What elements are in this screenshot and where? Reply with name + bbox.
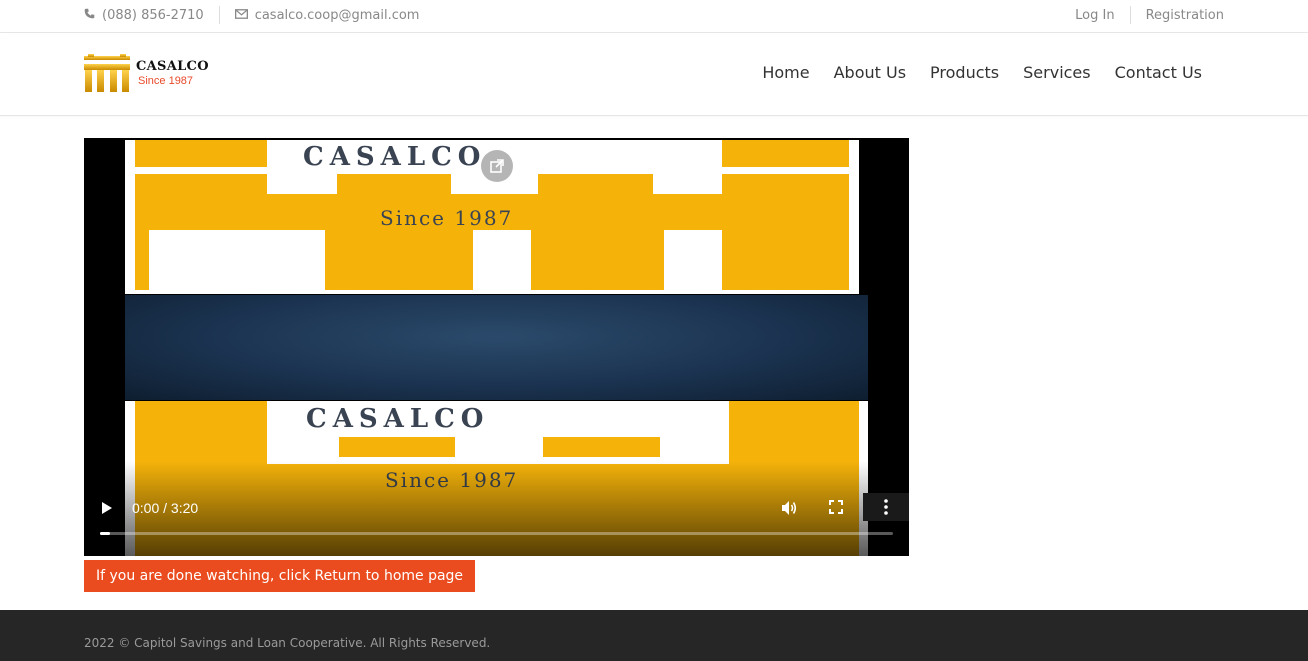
return-home-button[interactable]: If you are done watching, click Return t… bbox=[84, 560, 476, 592]
more-options-icon[interactable] bbox=[863, 493, 909, 521]
phone-icon bbox=[84, 8, 95, 23]
divider bbox=[218, 6, 220, 24]
video-progress-fill bbox=[100, 532, 110, 535]
logo-name: CASALCO bbox=[136, 58, 209, 74]
frame-panel bbox=[325, 230, 473, 290]
top-bar: (088) 856-2710 casalco.coop@gmail.com Lo… bbox=[0, 0, 1308, 33]
play-icon[interactable] bbox=[101, 501, 113, 520]
nav-about-us[interactable]: About Us bbox=[834, 63, 906, 82]
frame-panel bbox=[135, 140, 267, 167]
main-nav: Home About Us Products Services Contact … bbox=[762, 63, 1202, 82]
divider bbox=[1129, 6, 1131, 24]
frame-panel bbox=[729, 401, 859, 429]
frame-panel bbox=[339, 437, 455, 457]
frame-gap bbox=[267, 174, 337, 194]
account-links: Log In Registration bbox=[1075, 6, 1224, 24]
envelope-icon bbox=[234, 8, 248, 23]
frame-panel bbox=[135, 401, 267, 429]
frame-panel bbox=[543, 437, 660, 457]
site-header: CASALCO Since 1987 Home About Us Product… bbox=[0, 33, 1308, 116]
volume-icon[interactable] bbox=[780, 499, 798, 522]
video-brand-text: CASALCO bbox=[306, 404, 490, 434]
nav-contact-us[interactable]: Contact Us bbox=[1115, 63, 1202, 82]
copyright-text: 2022 © Capitol Savings and Loan Cooperat… bbox=[84, 636, 491, 650]
registration-link[interactable]: Registration bbox=[1146, 8, 1224, 23]
login-link[interactable]: Log In bbox=[1075, 8, 1114, 23]
frame-gap bbox=[653, 174, 722, 194]
logo-text: CASALCO Since 1987 bbox=[136, 60, 209, 87]
nav-products[interactable]: Products bbox=[930, 63, 999, 82]
logo-mark-icon bbox=[84, 54, 130, 92]
frame-panel bbox=[531, 230, 664, 290]
video-controls: 0:00 / 3:20 bbox=[84, 493, 909, 553]
frame-panel bbox=[729, 429, 859, 464]
site-logo[interactable]: CASALCO Since 1987 bbox=[84, 54, 209, 92]
dark-band bbox=[125, 295, 868, 400]
nav-services[interactable]: Services bbox=[1023, 63, 1090, 82]
phone-number: (088) 856-2710 bbox=[102, 7, 204, 23]
phone-item: (088) 856-2710 bbox=[84, 8, 204, 23]
frame-panel bbox=[135, 230, 149, 290]
contact-info: (088) 856-2710 casalco.coop@gmail.com bbox=[84, 6, 419, 24]
email-item: casalco.coop@gmail.com bbox=[234, 8, 420, 23]
video-progress-bar[interactable] bbox=[100, 532, 893, 535]
nav-home[interactable]: Home bbox=[762, 63, 809, 82]
video-brand-text: CASALCO bbox=[303, 142, 487, 172]
video-brand-since: Since 1987 bbox=[380, 206, 514, 230]
frame-panel bbox=[722, 140, 849, 167]
logo-since: Since 1987 bbox=[138, 74, 194, 87]
video-player[interactable]: CASALCO Since 1987 CASALCO Since 1987 0:… bbox=[84, 138, 909, 556]
frame-panel bbox=[135, 429, 267, 464]
fullscreen-icon[interactable] bbox=[829, 500, 843, 519]
video-time: 0:00 / 3:20 bbox=[132, 500, 199, 516]
email-address[interactable]: casalco.coop@gmail.com bbox=[255, 8, 420, 23]
site-footer: 2022 © Capitol Savings and Loan Cooperat… bbox=[0, 610, 1308, 661]
picture-in-picture-icon[interactable] bbox=[481, 150, 513, 182]
frame-panel bbox=[722, 230, 849, 290]
